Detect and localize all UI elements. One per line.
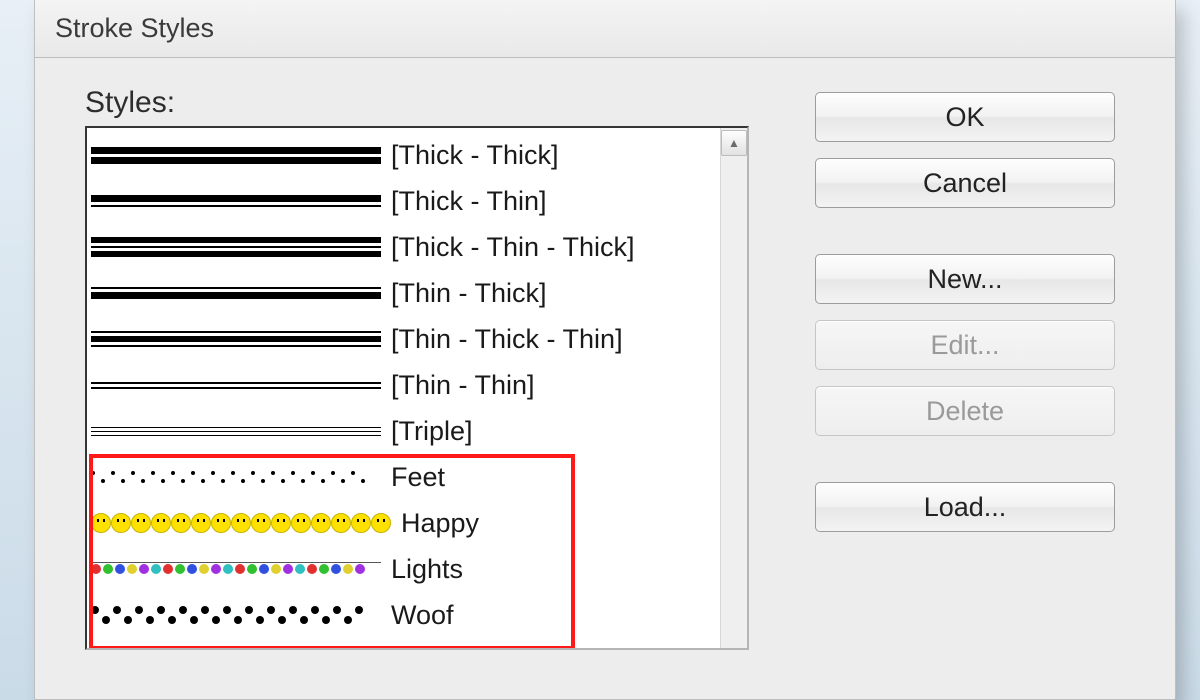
list-item-label: Lights <box>391 554 463 585</box>
ok-button[interactable]: OK <box>815 92 1115 142</box>
list-item-label: [Thick - Thin] <box>391 186 547 217</box>
stroke-styles-dialog: Stroke Styles Styles: ▲ <box>34 0 1176 700</box>
dialog-title: Stroke Styles <box>55 13 214 44</box>
styles-label: Styles: <box>85 86 765 120</box>
list-item[interactable]: Happy <box>91 500 717 546</box>
list-item-label: Feet <box>391 462 445 493</box>
stroke-preview-icon <box>91 550 381 588</box>
new-button[interactable]: New... <box>815 254 1115 304</box>
stroke-preview-icon <box>91 458 381 496</box>
list-item-label: Woof <box>391 600 454 631</box>
styles-listbox[interactable]: ▲ [Thick - Thick] <box>85 126 749 650</box>
list-item[interactable]: [Thick - Thin] <box>91 178 717 224</box>
stroke-preview-icon <box>91 366 381 404</box>
list-item-label: [Triple] <box>391 416 473 447</box>
list-item-label: [Thin - Thick - Thin] <box>391 324 623 355</box>
stroke-preview-icon <box>91 320 381 358</box>
list-item[interactable]: Feet <box>91 454 717 500</box>
stroke-preview-icon <box>91 136 381 174</box>
stroke-preview-icon <box>91 182 381 220</box>
load-button[interactable]: Load... <box>815 482 1115 532</box>
list-item[interactable]: [Thin - Thin] <box>91 362 717 408</box>
scroll-up-button[interactable]: ▲ <box>721 130 747 156</box>
stroke-preview-icon <box>91 412 381 450</box>
list-item[interactable]: [Thick - Thin - Thick] <box>91 224 717 270</box>
dialog-titlebar: Stroke Styles <box>35 0 1175 58</box>
delete-button[interactable]: Delete <box>815 386 1115 436</box>
list-item[interactable]: Woof <box>91 592 717 638</box>
list-item[interactable]: Lights <box>91 546 717 592</box>
edit-button[interactable]: Edit... <box>815 320 1115 370</box>
chevron-up-icon: ▲ <box>728 136 740 150</box>
list-item-label: [Thick - Thin - Thick] <box>391 232 635 263</box>
list-item[interactable]: [Triple] <box>91 408 717 454</box>
stroke-preview-icon <box>91 228 381 266</box>
stroke-preview-icon <box>91 504 391 542</box>
list-item[interactable]: [Thick - Thick] <box>91 132 717 178</box>
list-item-label: [Thin - Thick] <box>391 278 547 309</box>
list-item[interactable]: [Thin - Thick] <box>91 270 717 316</box>
list-item-label: [Thin - Thin] <box>391 370 535 401</box>
list-item[interactable]: [Thin - Thick - Thin] <box>91 316 717 362</box>
cancel-button[interactable]: Cancel <box>815 158 1115 208</box>
stroke-preview-icon <box>91 274 381 312</box>
list-item-label: [Thick - Thick] <box>391 140 559 171</box>
list-item-label: Happy <box>401 508 479 539</box>
stroke-preview-icon <box>91 596 381 634</box>
scrollbar[interactable]: ▲ <box>720 128 747 648</box>
